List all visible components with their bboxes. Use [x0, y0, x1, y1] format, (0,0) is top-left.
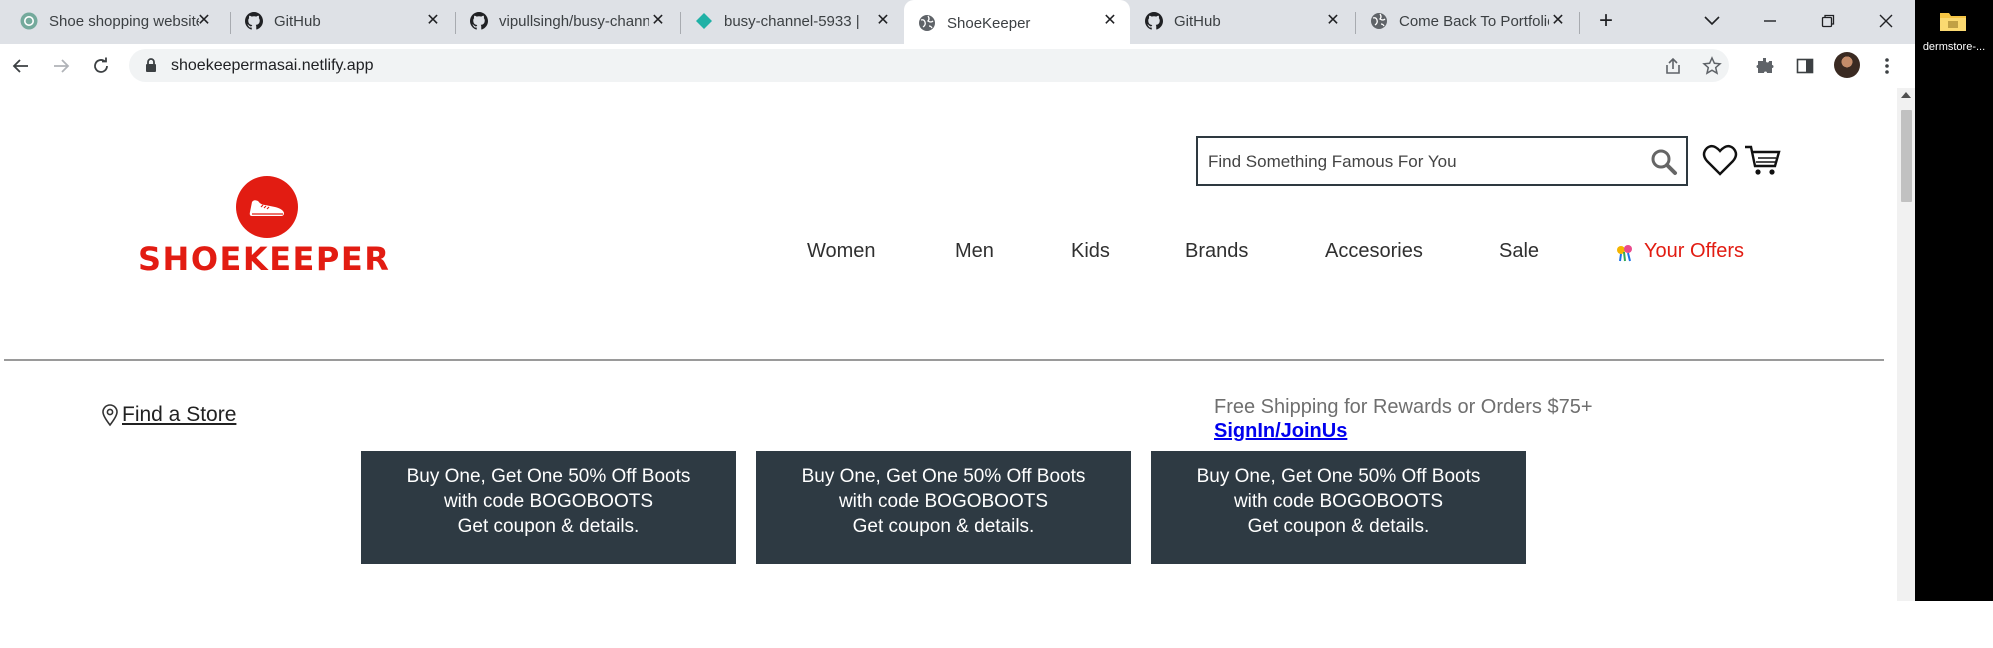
tab-portfolio[interactable]: Come Back To Portfolio ✕ [1356, 0, 1578, 42]
tab-chatgpt[interactable]: Shoe shopping website ✕ [6, 0, 224, 42]
arrow-left-icon [12, 59, 28, 73]
github-icon [470, 12, 488, 30]
find-store: Find a Store [100, 403, 236, 427]
new-tab-button[interactable]: + [1592, 8, 1620, 36]
cart-icon[interactable] [1744, 142, 1782, 178]
lock-icon [146, 58, 156, 72]
promo-card[interactable]: Buy One, Get One 50% Off Boots with code… [1151, 451, 1526, 564]
promo-details: Get coupon & details. [457, 516, 640, 537]
nav-brands[interactable]: Brands [1185, 240, 1248, 263]
folder-label[interactable]: dermstore-... [1915, 41, 1993, 53]
nav-women[interactable]: Women [807, 240, 876, 263]
signin-link[interactable]: SignIn/JoinUs [1214, 420, 1347, 443]
close-icon[interactable]: ✕ [1323, 11, 1343, 31]
close-icon[interactable]: ✕ [873, 11, 893, 31]
promo-headline: Buy One, Get One 50% Off Boots [1196, 466, 1481, 487]
shipping-banner-text: Free Shipping for Rewards or Orders $75+ [1214, 396, 1593, 418]
close-icon[interactable]: ✕ [1548, 11, 1568, 31]
url-text: shoekeepermasai.netlify.app [171, 57, 374, 74]
chatgpt-icon [20, 12, 38, 30]
tab-netlify[interactable]: busy-channel-5933 | S ✕ [681, 0, 903, 42]
globe-icon [1370, 12, 1388, 30]
folder-icon[interactable] [1939, 10, 1967, 32]
arrow-right-icon [54, 59, 70, 73]
tab-title: busy-channel-5933 | S [724, 12, 864, 30]
bookmark-star-icon[interactable] [1702, 56, 1722, 76]
find-store-link[interactable]: Find a Store [122, 403, 236, 427]
netlify-icon [695, 12, 713, 30]
tab-shoekeeper[interactable]: ShoeKeeper ✕ [904, 0, 1130, 46]
kebab-menu-icon[interactable] [1876, 55, 1898, 77]
search-input[interactable] [1208, 148, 1628, 176]
nav-men[interactable]: Men [955, 240, 994, 263]
nav-accessories[interactable]: Accesories [1325, 240, 1423, 263]
page-scrollbar[interactable] [1897, 88, 1915, 601]
tab-strip: Shoe shopping website ✕ GitHub ✕ vipulls… [0, 0, 1915, 46]
restore-button[interactable] [1808, 6, 1848, 36]
location-pin-icon [102, 404, 118, 427]
nav-your-offers[interactable]: Your Offers [1614, 240, 1744, 263]
tab-github-2[interactable]: GitHub ✕ [1131, 0, 1353, 42]
scrollbar-thumb[interactable] [1901, 110, 1912, 202]
forward-button[interactable] [46, 51, 76, 81]
logo-badge[interactable] [236, 176, 298, 238]
scroll-up-arrow-icon[interactable] [1901, 92, 1911, 98]
desktop-area: dermstore-... [1915, 0, 1993, 601]
promo-card[interactable]: Buy One, Get One 50% Off Boots with code… [756, 451, 1131, 564]
tab-separator [1579, 12, 1580, 34]
reload-button[interactable] [86, 51, 116, 81]
header-divider [4, 359, 1884, 361]
nav-sale[interactable]: Sale [1499, 240, 1539, 263]
tab-title: Come Back To Portfolio [1399, 12, 1549, 30]
tab-title: vipullsingh/busy-channel-5933 [499, 12, 649, 30]
reload-icon [94, 57, 108, 73]
browser-toolbar: shoekeepermasai.netlify.app [0, 44, 1915, 87]
close-icon[interactable]: ✕ [194, 11, 214, 31]
promo-card[interactable]: Buy One, Get One 50% Off Boots with code… [361, 451, 736, 564]
address-bar[interactable]: shoekeepermasai.netlify.app [129, 49, 1729, 82]
close-icon[interactable]: ✕ [423, 11, 443, 31]
search-bar [1196, 136, 1688, 186]
profile-avatar[interactable] [1834, 52, 1860, 78]
promo-headline: Buy One, Get One 50% Off Boots [801, 466, 1086, 487]
promo-code: with code BOGOBOOTS [838, 491, 1049, 512]
close-icon[interactable]: ✕ [1100, 11, 1120, 31]
tab-title: Shoe shopping website [49, 12, 199, 30]
browser-window: Shoe shopping website ✕ GitHub ✕ vipulls… [0, 0, 1915, 601]
chevron-down-icon [1704, 16, 1720, 26]
close-icon[interactable]: ✕ [648, 11, 668, 31]
restore-icon [1821, 14, 1835, 28]
share-icon[interactable] [1663, 56, 1683, 76]
close-window-button[interactable] [1866, 6, 1906, 36]
minimize-button[interactable] [1750, 6, 1790, 36]
offers-icon [1617, 244, 1632, 261]
minimize-icon [1764, 20, 1776, 22]
promo-code: with code BOGOBOOTS [443, 491, 654, 512]
shoe-icon [249, 200, 284, 216]
search-icon[interactable] [1650, 148, 1678, 176]
promo-headline: Buy One, Get One 50% Off Boots [406, 466, 691, 487]
promo-code: with code BOGOBOOTS [1233, 491, 1444, 512]
nav-kids[interactable]: Kids [1071, 240, 1110, 263]
promo-details: Get coupon & details. [852, 516, 1035, 537]
offers-label: Your Offers [1644, 240, 1745, 262]
back-button[interactable] [6, 51, 36, 81]
github-icon [1145, 12, 1163, 30]
brand-logo-text[interactable]: SHOEKEEPER [138, 240, 390, 278]
tab-github-repo[interactable]: vipullsingh/busy-channel-5933 ✕ [456, 0, 678, 42]
heart-icon[interactable] [1702, 142, 1738, 178]
globe-icon [918, 14, 936, 32]
tab-search-button[interactable] [1692, 6, 1732, 36]
promo-details: Get coupon & details. [1247, 516, 1430, 537]
tab-github-1[interactable]: GitHub ✕ [231, 0, 453, 42]
web-page: SHOEKEEPER Women Men Kids Brands Accesor… [0, 88, 1897, 601]
extensions-icon[interactable] [1754, 55, 1776, 77]
side-panel-icon[interactable] [1794, 55, 1816, 77]
close-icon [1879, 14, 1893, 28]
github-icon [245, 12, 263, 30]
